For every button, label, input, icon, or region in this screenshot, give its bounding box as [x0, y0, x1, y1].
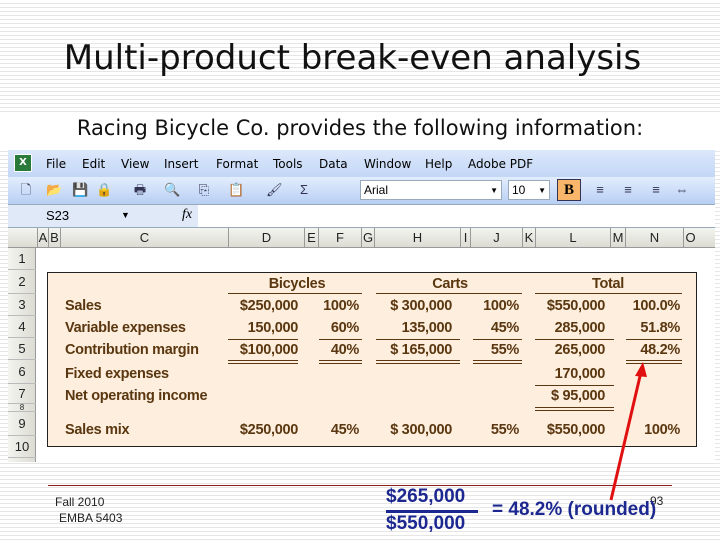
arrow-head [635, 362, 647, 377]
arrow-line [609, 371, 643, 501]
annotation-arrow [609, 362, 647, 501]
